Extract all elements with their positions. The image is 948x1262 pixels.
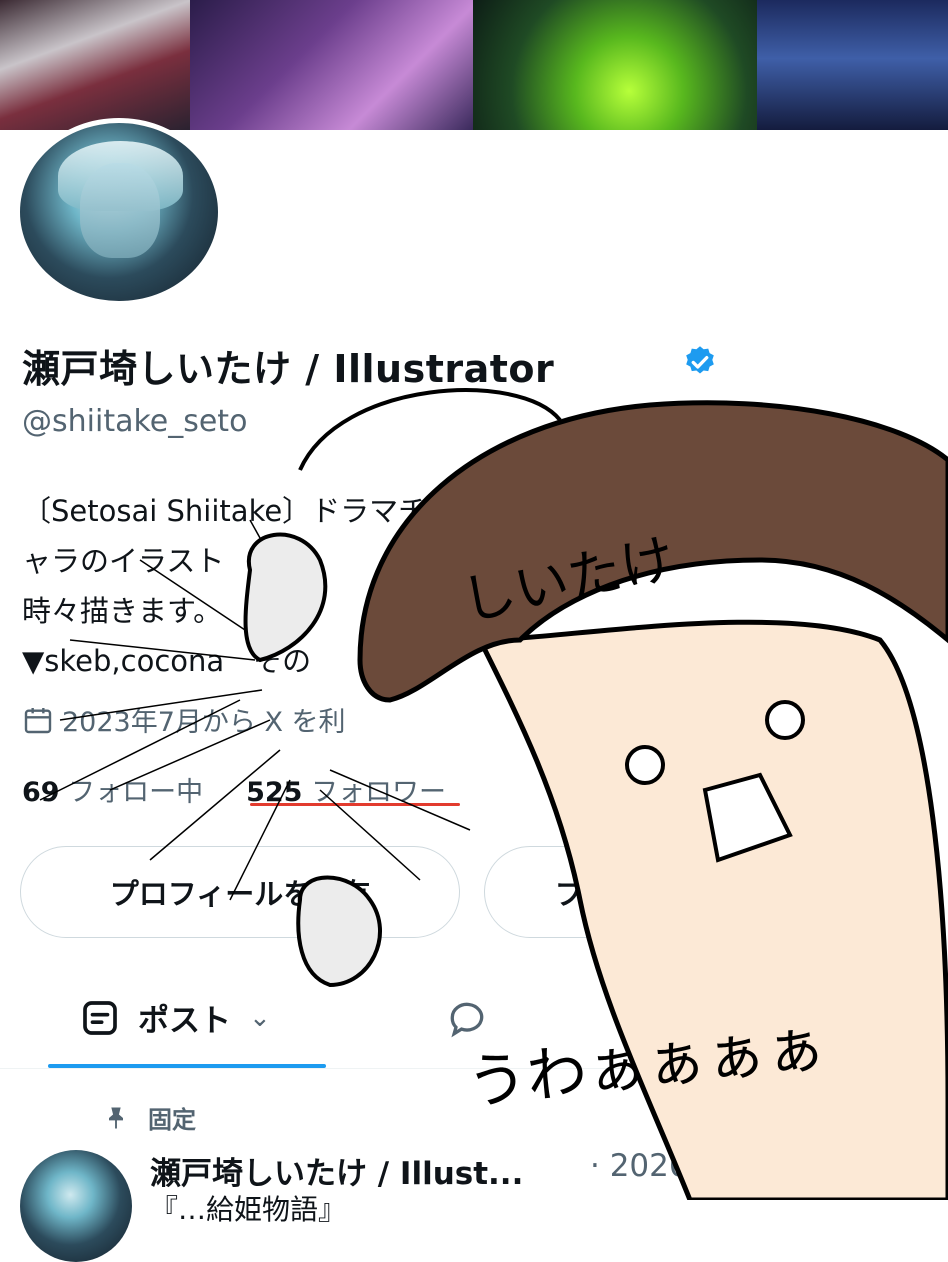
chevron-down-icon[interactable]: ⌄ xyxy=(249,1003,271,1033)
verified-badge-icon[interactable] xyxy=(682,344,718,380)
following-link[interactable]: 69 フォロー中 xyxy=(22,777,203,808)
pinned-indicator: 固定 xyxy=(102,1100,196,1135)
share-profile-button[interactable]: プロフィールを共有 xyxy=(20,846,460,938)
banner-image-3 xyxy=(473,0,757,130)
banner-image-2 xyxy=(190,0,473,130)
tab-posts-label: ポスト xyxy=(138,1003,231,1039)
mushroom-cap-label: しいたけ xyxy=(456,527,680,634)
pin-icon xyxy=(109,1107,123,1128)
followers-underline-annotation xyxy=(250,803,460,806)
bio-line: 時々描きます。 xyxy=(22,594,223,628)
mushroom-face xyxy=(625,700,805,863)
following-count: 69 xyxy=(22,777,60,808)
avatar-face xyxy=(80,163,160,258)
post-text: 『…給姫物語』 xyxy=(150,1193,347,1226)
tab-posts[interactable]: ポスト ⌄ xyxy=(80,995,271,1040)
pinned-label: 固定 xyxy=(148,1106,196,1134)
profile-secondary-button[interactable]: プロ xyxy=(484,846,904,938)
mushroom-cap-drawing xyxy=(357,400,948,703)
banner-image-4 xyxy=(757,0,948,130)
profile-bio: 〔Setosai Shiitake〕ドラマチ ャラのイラスト 心に 時々描きます… xyxy=(22,486,427,686)
joined-date: 2023年7月から X を利 xyxy=(22,700,346,739)
bio-line: ャラのイラスト 心に xyxy=(22,544,312,578)
profile-banner[interactable] xyxy=(0,0,948,130)
post-author-name[interactable]: 瀬戸埼しいたけ / Illust... xyxy=(150,1148,523,1193)
speech-bubble-outline xyxy=(298,388,562,471)
repost-icon[interactable] xyxy=(625,997,669,1041)
bio-line: 〔Setosai Shiitake〕ドラマチ xyxy=(22,494,428,528)
joined-text: 2023年7月から X を利 xyxy=(62,707,346,738)
x-logo-icon: 𝕏 xyxy=(876,1146,909,1192)
reply-icon[interactable] xyxy=(445,997,489,1041)
profile-handle: @shiitake_seto xyxy=(22,404,248,439)
post-author-avatar[interactable] xyxy=(20,1150,132,1262)
following-label: フォロー中 xyxy=(68,777,204,808)
post-tab-icon xyxy=(83,1000,117,1035)
calendar-icon xyxy=(24,707,52,733)
banner-image-1 xyxy=(0,0,190,130)
profile-name: 瀬戸埼しいたけ / Illustrator xyxy=(22,347,555,391)
profile-avatar[interactable] xyxy=(15,118,223,306)
bio-line: ▼skeb,cocona その xyxy=(22,644,312,678)
tabs-divider xyxy=(0,1068,948,1069)
post-date[interactable]: · 2026/07/08 xyxy=(590,1148,788,1184)
profile-tabs: ポスト ⌄ xyxy=(0,985,948,1065)
